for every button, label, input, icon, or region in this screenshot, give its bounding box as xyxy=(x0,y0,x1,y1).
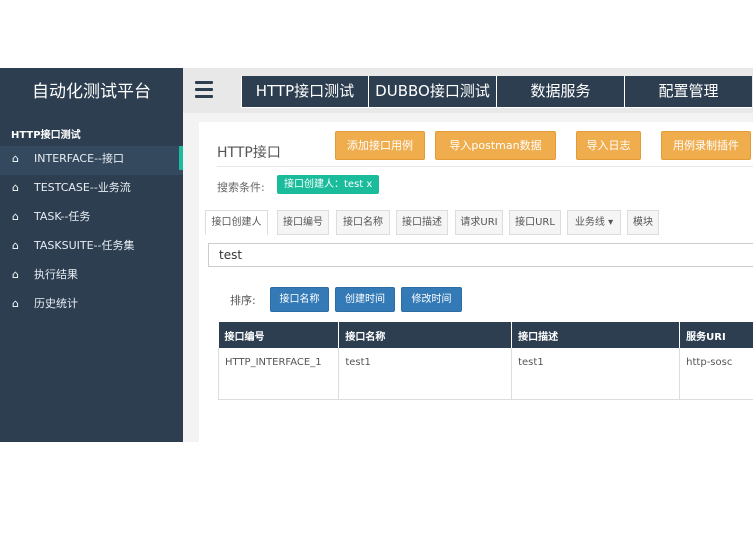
import-postman-button[interactable]: 导入postman数据 xyxy=(435,131,556,160)
page-title: HTTP接口 xyxy=(217,145,281,161)
column-header[interactable]: 接口描述 xyxy=(511,322,681,348)
sidebar-section-title: HTTP接口测试 xyxy=(11,130,81,141)
table-header-row: 接口编号 接口名称 接口描述 服务URI xyxy=(218,322,753,348)
divider xyxy=(217,166,753,167)
home-icon: ⌂ xyxy=(12,210,19,223)
column-header[interactable]: 接口名称 xyxy=(338,322,513,348)
interface-panel: HTTP接口 添加接口用例 导入postman数据 导入日志 用例录制插件 搜索… xyxy=(199,122,753,442)
home-icon: ⌂ xyxy=(12,152,19,165)
filter-tab-desc[interactable]: 接口描述 xyxy=(396,210,448,235)
filter-tab-creator[interactable]: 接口创建人 xyxy=(205,210,268,235)
filter-tab-business-line[interactable]: 业务线 ▾ xyxy=(567,210,621,235)
menu-toggle-icon[interactable] xyxy=(195,81,213,99)
sort-by-created-button[interactable]: 创建时间 xyxy=(335,287,395,312)
home-icon: ⌂ xyxy=(12,297,19,310)
sidebar-item-interface[interactable]: ⌂ INTERFACE--接口 xyxy=(0,146,183,175)
table-row[interactable]: HTTP_INTERFACE_1 test1 test1 http-sosc xyxy=(217,348,753,400)
filter-tab-id[interactable]: 接口编号 xyxy=(277,210,329,235)
filter-tab-url[interactable]: 接口URL xyxy=(509,210,561,235)
add-case-button[interactable]: 添加接口用例 xyxy=(335,131,425,160)
sidebar: 自动化测试平台 HTTP接口测试 ⌂ INTERFACE--接口 ⌂ TESTC… xyxy=(0,68,183,442)
sidebar-item-testcase[interactable]: ⌂ TESTCASE--业务流 xyxy=(0,175,183,204)
sidebar-item-tasksuite[interactable]: ⌂ TASKSUITE--任务集 xyxy=(0,233,183,262)
filter-tab-module[interactable]: 模块 xyxy=(627,210,659,235)
brand-title: 自动化测试平台 xyxy=(32,82,151,102)
sidebar-item-label: TASKSUITE--任务集 xyxy=(34,239,135,252)
search-input[interactable] xyxy=(208,243,753,267)
table-cell: test1 xyxy=(338,348,513,400)
column-header[interactable]: 服务URI xyxy=(679,322,753,348)
table-cell: HTTP_INTERFACE_1 xyxy=(217,348,340,400)
record-plugin-button[interactable]: 用例录制插件 xyxy=(661,131,751,160)
sidebar-item-label: TESTCASE--业务流 xyxy=(34,181,131,194)
filter-label: 搜索条件: xyxy=(217,181,265,194)
column-header[interactable]: 接口编号 xyxy=(218,322,340,348)
table-cell: test1 xyxy=(511,348,681,400)
main-content: HTTP接口 添加接口用例 导入postman数据 导入日志 用例录制插件 搜索… xyxy=(183,113,753,442)
top-nav: HTTP接口测试 DUBBO接口测试 数据服务 配置管理 xyxy=(183,68,753,113)
sidebar-item-label: 执行结果 xyxy=(34,268,78,281)
filter-tab-name[interactable]: 接口名称 xyxy=(336,210,390,235)
tab-dubbo[interactable]: DUBBO接口测试 xyxy=(368,76,496,108)
sidebar-item-history[interactable]: ⌂ 历史统计 xyxy=(0,291,183,320)
tab-data-service[interactable]: 数据服务 xyxy=(496,76,624,108)
home-icon: ⌂ xyxy=(12,268,19,281)
filter-chip[interactable]: 接口创建人：test x xyxy=(277,175,380,194)
tab-http[interactable]: HTTP接口测试 xyxy=(241,76,368,108)
table-cell: http-sosc xyxy=(679,348,753,400)
app-window: 自动化测试平台 HTTP接口测试 ⌂ INTERFACE--接口 ⌂ TESTC… xyxy=(0,68,753,442)
sort-by-modified-button[interactable]: 修改时间 xyxy=(401,287,462,312)
interface-table: 接口编号 接口名称 接口描述 服务URI HTTP_INTERFACE_1 te… xyxy=(217,322,753,400)
home-icon: ⌂ xyxy=(12,181,19,194)
import-log-button[interactable]: 导入日志 xyxy=(576,131,641,160)
sidebar-item-label: INTERFACE--接口 xyxy=(34,152,125,165)
sidebar-item-label: 历史统计 xyxy=(34,297,78,310)
sort-label: 排序: xyxy=(230,294,256,307)
filter-tab-uri[interactable]: 请求URI xyxy=(455,210,503,235)
tab-config[interactable]: 配置管理 xyxy=(624,76,752,108)
sidebar-item-results[interactable]: ⌂ 执行结果 xyxy=(0,262,183,291)
sidebar-item-task[interactable]: ⌂ TASK--任务 xyxy=(0,204,183,233)
sort-by-name-button[interactable]: 接口名称 xyxy=(270,287,329,312)
sidebar-item-label: TASK--任务 xyxy=(34,210,91,223)
home-icon: ⌂ xyxy=(12,239,19,252)
